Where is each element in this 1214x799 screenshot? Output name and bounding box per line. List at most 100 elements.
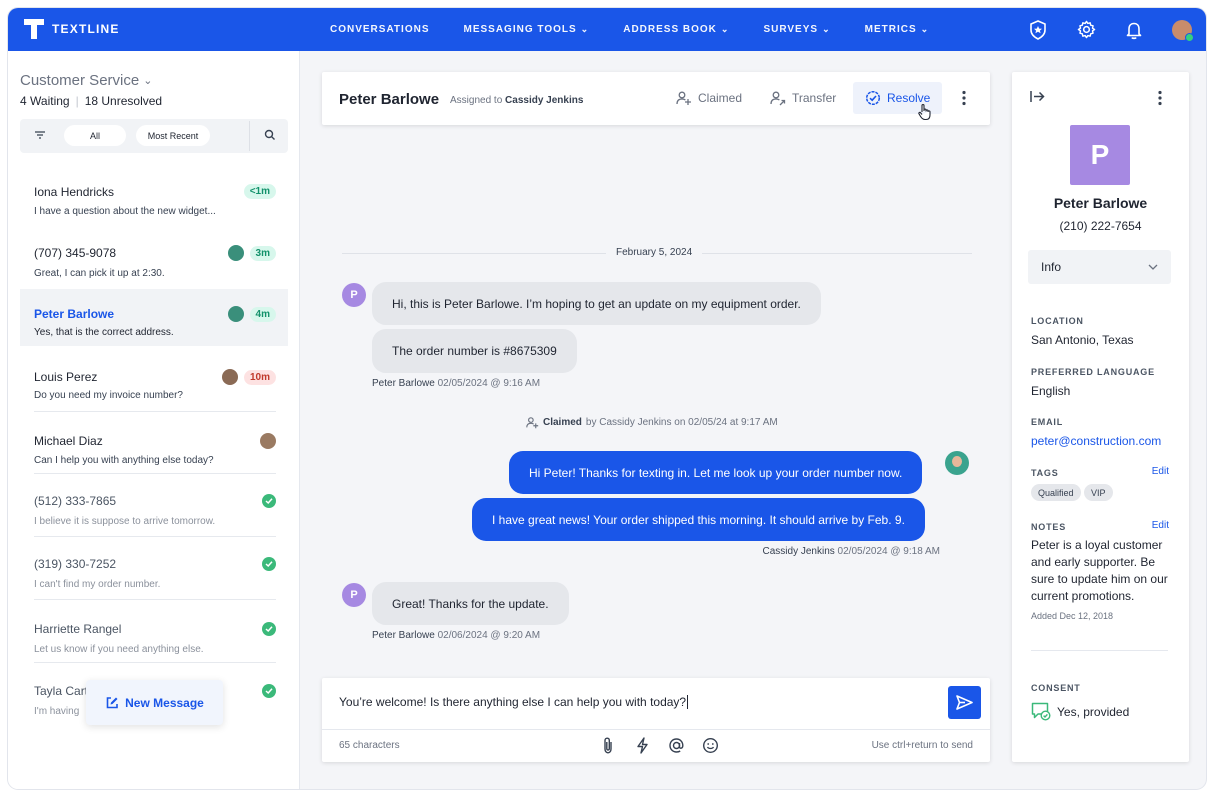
outgoing-message: Hi Peter! Thanks for texting in. Let me … (509, 451, 923, 494)
queue-selector[interactable]: Customer Service ⌄ (20, 72, 152, 89)
unresolved-count: 18 Unresolved (84, 94, 163, 108)
incoming-message: Great! Thanks for the update. (372, 582, 569, 625)
bell-icon[interactable] (1124, 20, 1144, 40)
conversation-preview: I have a question about the new widget..… (34, 206, 216, 217)
tag-chip[interactable]: Qualified (1031, 484, 1081, 501)
sender-name: Peter Barlowe (372, 378, 435, 389)
contact-name: Peter Barlowe (1053, 195, 1148, 211)
filter-all-pill[interactable]: All (64, 125, 126, 146)
nav-conversations[interactable]: CONVERSATIONS (330, 24, 430, 35)
email-link[interactable]: peter@construction.com (1031, 434, 1161, 448)
more-vertical-icon[interactable] (962, 90, 966, 106)
contact-details-panel: P Peter Barlowe (210) 222-7654 Info LOCA… (1012, 72, 1189, 762)
lightning-icon[interactable] (632, 736, 652, 754)
gear-icon[interactable] (1076, 20, 1096, 40)
sender-name: Peter Barlowe (372, 630, 435, 641)
resolved-check-icon (262, 557, 276, 571)
shield-star-icon[interactable] (1028, 19, 1048, 40)
check-badge-icon (865, 90, 881, 106)
conversation-name: Harriette Rangel (34, 622, 122, 636)
send-button[interactable] (948, 686, 981, 719)
message-input[interactable]: You’re welcome! Is there anything else I… (339, 695, 689, 709)
message-check-icon (1031, 702, 1051, 721)
message-timestamp: 02/06/2024 @ 9:20 AM (437, 630, 541, 641)
conversation-name: Michael Diaz (34, 434, 103, 448)
conversation-preview: Do you need my invoice number? (34, 390, 183, 401)
logo[interactable]: TEXTLINE (24, 19, 120, 39)
date-divider: February 5, 2024 (606, 247, 703, 258)
email-label: EMAIL (1031, 417, 1063, 427)
at-icon[interactable] (666, 736, 686, 754)
compose-icon (106, 696, 118, 708)
conversation-header: Peter Barlowe Assigned to Cassidy Jenkin… (322, 72, 990, 125)
send-icon (956, 695, 973, 710)
sort-most-recent-pill[interactable]: Most Recent (136, 125, 210, 146)
conversation-list-panel: Customer Service ⌄ 4 Waiting | 18 Unreso… (8, 51, 300, 789)
chevron-down-icon: ⌄ (580, 24, 590, 34)
queue-title: Customer Service (20, 72, 140, 89)
location-label: LOCATION (1031, 316, 1084, 326)
incoming-message: The order number is #8675309 (372, 329, 577, 373)
new-message-button[interactable]: New Message (86, 680, 223, 725)
message-timestamp: 02/05/2024 @ 9:16 AM (437, 378, 541, 389)
nav-address-book[interactable]: ADDRESS BOOK ⌄ (623, 24, 729, 35)
filter-bar: All Most Recent (20, 119, 288, 153)
wait-time-badge: <1m (243, 184, 276, 199)
conversation-name: Peter Barlowe (34, 307, 115, 321)
collapse-panel-icon[interactable] (1030, 90, 1045, 103)
chevron-down-icon: ⌄ (143, 75, 153, 87)
conversation-preview: Great, I can pick it up at 2:30. (34, 268, 165, 279)
outgoing-message: I have great news! Your order shipped th… (472, 498, 925, 541)
filter-icon[interactable] (34, 129, 46, 141)
list-item[interactable]: (707) 345-9078 Great, I can pick it up a… (20, 231, 288, 289)
edit-tags-link[interactable]: Edit (1152, 466, 1169, 477)
assigned-agent: Cassidy Jenkins (505, 95, 584, 106)
user-plus-icon (526, 417, 539, 429)
message-input-text: You’re welcome! Is there anything else I… (339, 695, 687, 709)
paperclip-icon[interactable] (598, 736, 618, 754)
message-meta: Peter Barlowe 02/05/2024 @ 9:16 AM (372, 378, 540, 389)
agent-avatar (945, 451, 969, 475)
nav-label: ADDRESS BOOK (623, 24, 717, 35)
list-item[interactable]: Iona Hendricks I have a question about t… (20, 176, 288, 231)
emoji-icon[interactable] (700, 736, 720, 754)
conversation-preview: Let us know if you need anything else. (34, 644, 204, 655)
language-label: PREFERRED LANGUAGE (1031, 367, 1155, 377)
user-avatar[interactable] (1172, 19, 1194, 42)
list-item[interactable]: Michael Diaz Can I help you with anythin… (20, 412, 288, 474)
incoming-message: Hi, this is Peter Barlowe. I’m hoping to… (372, 282, 821, 325)
list-item-selected[interactable]: Peter Barlowe Yes, that is the correct a… (20, 289, 288, 346)
search-icon[interactable] (264, 129, 276, 141)
list-item[interactable]: Louis Perez Do you need my invoice numbe… (20, 346, 288, 412)
transfer-label: Transfer (792, 91, 837, 105)
section-select[interactable]: Info (1028, 250, 1171, 284)
list-item[interactable]: (319) 330-7252 I can't find my order num… (20, 537, 288, 600)
divider: | (75, 94, 79, 108)
wait-time-badge: 4m (249, 307, 276, 322)
nav-messaging-tools[interactable]: MESSAGING TOOLS ⌄ (464, 24, 590, 35)
list-item[interactable]: (512) 333-7865 I believe it is suppose t… (20, 474, 288, 537)
more-vertical-icon[interactable] (1158, 90, 1162, 106)
send-shortcut-hint: Use ctrl+return to send (871, 740, 973, 751)
wait-time-badge: 10m (243, 370, 276, 385)
nav-metrics[interactable]: METRICS ⌄ (865, 24, 930, 35)
logo-text: TEXTLINE (52, 22, 120, 36)
wait-time-badge: 3m (249, 246, 276, 261)
conversation-name: Iona Hendricks (34, 185, 115, 199)
conversation-name: (319) 330-7252 (34, 557, 117, 571)
nav-label: METRICS (864, 24, 917, 35)
agent-avatar (260, 433, 276, 449)
resolved-check-icon (262, 622, 276, 636)
nav-surveys[interactable]: SURVEYS ⌄ (763, 24, 830, 35)
tag-chip[interactable]: VIP (1084, 484, 1113, 501)
agent-avatar (222, 369, 238, 385)
hand-pointer-cursor-icon (918, 103, 931, 121)
list-item[interactable]: Harriette Rangel Let us know if you need… (20, 600, 288, 663)
claimed-button[interactable]: Claimed (664, 82, 754, 114)
conversation-preview: Yes, that is the correct address. (34, 327, 174, 338)
language-value: English (1031, 384, 1071, 398)
consent-label: CONSENT (1031, 683, 1081, 693)
divider (249, 121, 250, 151)
transfer-button[interactable]: Transfer (758, 82, 848, 114)
edit-notes-link[interactable]: Edit (1152, 520, 1169, 531)
